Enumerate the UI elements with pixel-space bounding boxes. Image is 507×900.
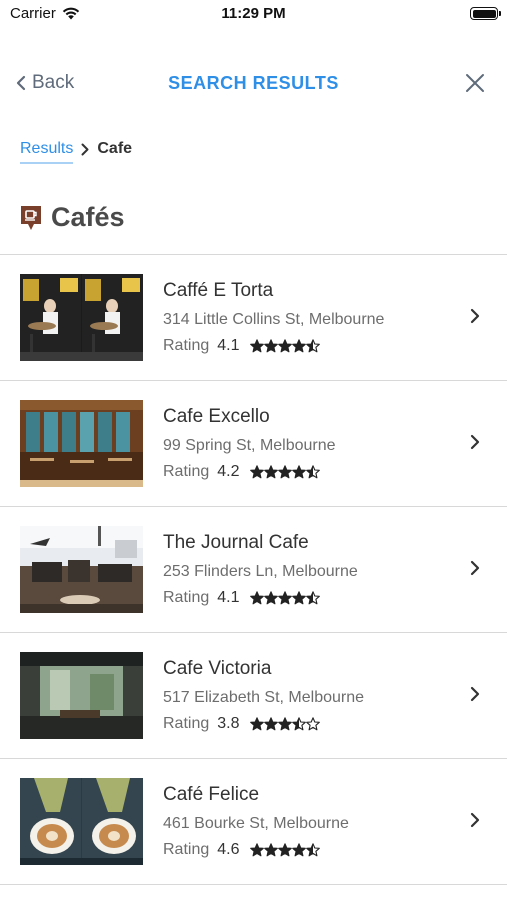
star-half-icon xyxy=(305,339,320,353)
journal-cafe-photo xyxy=(20,526,143,613)
breadcrumb-separator xyxy=(81,143,89,162)
star-rating xyxy=(249,339,320,353)
star-full-icon xyxy=(263,843,278,857)
rating-line: Rating 4.6 xyxy=(163,841,349,859)
rating-value: 4.2 xyxy=(217,463,240,480)
star-full-icon xyxy=(263,465,278,479)
result-info: The Journal Cafe 253 Flinders Ln, Melbou… xyxy=(163,532,358,607)
rating-label: Rating xyxy=(163,337,210,354)
chevron-right-icon xyxy=(470,812,480,828)
cafe-felice-photo xyxy=(20,778,143,865)
star-full-icon xyxy=(263,339,278,353)
result-name: Cafe Excello xyxy=(163,406,270,427)
result-address: 517 Elizabeth St, Melbourne xyxy=(163,689,365,706)
star-full-icon xyxy=(291,843,306,857)
star-rating xyxy=(249,843,320,857)
star-full-icon xyxy=(291,465,306,479)
star-full-icon xyxy=(277,591,292,605)
rating-value: 4.1 xyxy=(217,337,240,354)
star-full-icon xyxy=(291,339,306,353)
star-rating xyxy=(249,717,320,731)
rating-label: Rating xyxy=(163,589,210,606)
close-icon xyxy=(466,74,484,92)
rating-label: Rating xyxy=(163,715,210,732)
list-item[interactable]: Caffé E Torta 314 Little Collins St, Mel… xyxy=(0,255,507,381)
list-item[interactable]: Cafe Victoria 517 Elizabeth St, Melbourn… xyxy=(0,633,507,759)
breadcrumb-current: Cafe xyxy=(97,140,133,157)
chevron-right-icon xyxy=(470,686,480,702)
star-full-icon xyxy=(249,465,264,479)
rating-label: Rating xyxy=(163,463,210,480)
star-rating xyxy=(249,591,320,605)
star-full-icon xyxy=(249,843,264,857)
star-full-icon xyxy=(249,717,264,731)
result-name: Café Felice xyxy=(163,784,260,805)
result-address: 314 Little Collins St, Melbourne xyxy=(163,311,385,328)
star-full-icon xyxy=(277,465,292,479)
result-name: Cafe Victoria xyxy=(163,658,272,679)
battery-icon xyxy=(470,7,501,20)
chevron-right-icon xyxy=(470,560,480,576)
nav-bar: Back SEARCH RESULTS xyxy=(0,58,507,110)
rating-value: 3.8 xyxy=(217,715,240,732)
star-full-icon xyxy=(277,717,292,731)
result-info: Caffé E Torta 314 Little Collins St, Mel… xyxy=(163,280,384,355)
results-list: Caffé E Torta 314 Little Collins St, Mel… xyxy=(0,254,507,885)
rating-line: Rating 4.1 xyxy=(163,589,358,607)
result-info: Cafe Victoria 517 Elizabeth St, Melbourn… xyxy=(163,658,364,733)
star-full-icon xyxy=(263,717,278,731)
rating-line: Rating 4.1 xyxy=(163,337,384,355)
rating-line: Rating 3.8 xyxy=(163,715,364,733)
star-full-icon xyxy=(249,591,264,605)
star-full-icon xyxy=(277,339,292,353)
star-half-icon xyxy=(291,717,306,731)
star-full-icon xyxy=(277,843,292,857)
result-address: 99 Spring St, Melbourne xyxy=(163,437,336,454)
star-half-icon xyxy=(305,591,320,605)
chevron-right-icon xyxy=(470,434,480,450)
rating-value: 4.1 xyxy=(217,589,240,606)
star-rating xyxy=(249,465,320,479)
list-item[interactable]: Café Felice 461 Bourke St, Melbourne Rat… xyxy=(0,759,507,885)
section-title: Cafés xyxy=(51,202,125,232)
result-info: Café Felice 461 Bourke St, Melbourne Rat… xyxy=(163,784,349,859)
chevron-right-icon xyxy=(81,143,89,155)
status-bar: Carrier 11:29 PM xyxy=(0,0,507,30)
breadcrumb: Results Cafe xyxy=(20,140,132,164)
star-empty-icon xyxy=(305,717,320,731)
list-item[interactable]: Cafe Excello 99 Spring St, Melbourne Rat… xyxy=(0,381,507,507)
result-address: 253 Flinders Ln, Melbourne xyxy=(163,563,358,580)
result-info: Cafe Excello 99 Spring St, Melbourne Rat… xyxy=(163,406,336,481)
star-full-icon xyxy=(291,591,306,605)
status-time: 11:29 PM xyxy=(221,5,286,22)
rating-label: Rating xyxy=(163,841,210,858)
close-button[interactable] xyxy=(465,73,485,98)
cafe-victoria-photo xyxy=(20,652,143,739)
star-half-icon xyxy=(305,843,320,857)
result-name: Caffé E Torta xyxy=(163,280,274,301)
chevron-right-icon xyxy=(470,308,480,324)
star-half-icon xyxy=(305,465,320,479)
list-item[interactable]: The Journal Cafe 253 Flinders Ln, Melbou… xyxy=(0,507,507,633)
rating-line: Rating 4.2 xyxy=(163,463,336,481)
caffe-e-torta-photo xyxy=(20,274,143,361)
page-title: SEARCH RESULTS xyxy=(168,73,339,93)
cafe-icon xyxy=(21,205,41,230)
rating-value: 4.6 xyxy=(217,841,240,858)
breadcrumb-results-link[interactable]: Results xyxy=(20,140,74,164)
star-full-icon xyxy=(263,591,278,605)
result-address: 461 Bourke St, Melbourne xyxy=(163,815,349,832)
result-name: The Journal Cafe xyxy=(163,532,309,553)
star-full-icon xyxy=(249,339,264,353)
cafe-excello-photo xyxy=(20,400,143,487)
section-header: Cafés xyxy=(19,202,125,233)
